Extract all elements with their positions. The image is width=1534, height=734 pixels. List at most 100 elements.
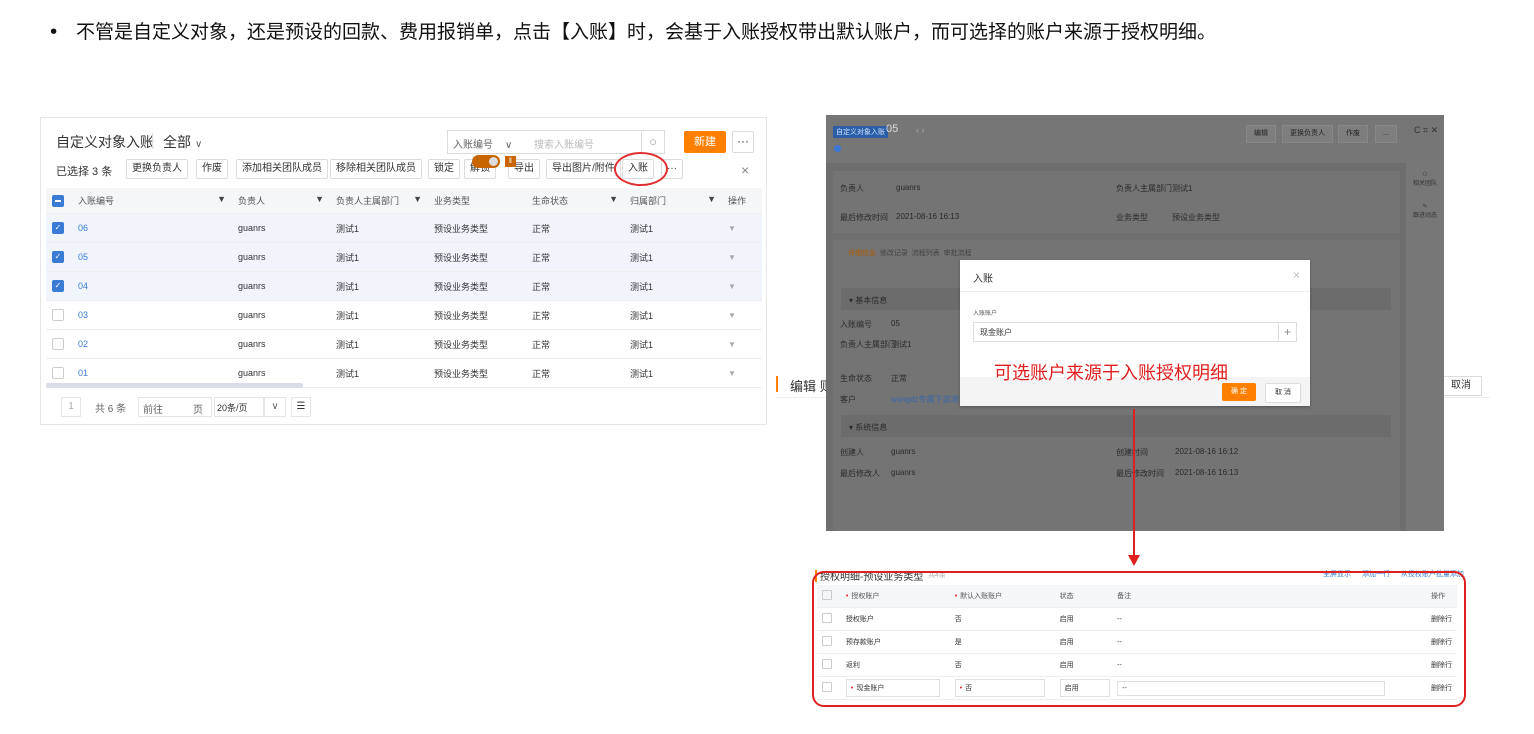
field-label: 创建时间: [1116, 448, 1148, 457]
record-id-link[interactable]: 06: [72, 213, 232, 243]
field-label: 负责人主属部门: [840, 340, 896, 349]
record-id-link[interactable]: 03: [72, 300, 232, 330]
table-row[interactable]: ✓ 05 guanrs 测试1 预设业务类型 正常 测试1 ▼: [46, 242, 762, 272]
team-icon[interactable]: ⚇ 相关团队: [1408, 171, 1442, 187]
new-button[interactable]: 新建: [684, 131, 726, 153]
remove-team-member-button[interactable]: 移除相关团队成员: [330, 159, 422, 179]
column-header[interactable]: 负责人主属部门 ▼: [330, 188, 428, 214]
post-entry-dialog: 入账 × 入账账户 现金账户 + 可选账户来源于入账授权明细 确 定 取 消: [960, 260, 1310, 406]
filter-icon[interactable]: ▼: [217, 194, 226, 204]
belong-cell: 测试1: [624, 358, 722, 388]
search-input[interactable]: 搜索入账编号: [534, 136, 594, 151]
layout-icon[interactable]: ‖: [505, 156, 516, 167]
field-label: 生命状态: [840, 374, 872, 383]
type-cell: 预设业务类型: [428, 300, 526, 330]
close-icon[interactable]: ×: [1293, 268, 1300, 282]
change-owner-button[interactable]: 更换负责人: [126, 159, 188, 179]
chevron-down-icon: ∨: [505, 140, 513, 151]
cancel-button[interactable]: 取消: [1440, 376, 1482, 396]
filter-icon[interactable]: ▼: [315, 194, 324, 204]
field-value: guanrs: [891, 447, 916, 456]
table-row[interactable]: ✓ 04 guanrs 测试1 预设业务类型 正常 测试1 ▼: [46, 271, 762, 301]
page-size-select[interactable]: 20条/页: [214, 397, 264, 417]
column-header[interactable]: 业务类型: [428, 188, 526, 214]
record-id-link[interactable]: 05: [72, 242, 232, 272]
page-number[interactable]: 1: [61, 397, 81, 417]
row-checkbox[interactable]: ✓: [52, 222, 64, 234]
more-button[interactable]: ...: [1375, 125, 1397, 143]
search-field-select[interactable]: 入账编号 ∨: [453, 136, 512, 151]
row-checkbox[interactable]: [52, 309, 64, 321]
table-header-row: 入账编号 ▼ 负责人 ▼ 负责人主属部门 ▼ 业务类型 生命状态 ▼ 归属部门 ▼ 操作: [46, 188, 762, 214]
belong-cell: 测试1: [624, 300, 722, 330]
section-system[interactable]: ▾ 系统信息: [841, 415, 1391, 437]
edit-button[interactable]: 编辑: [1246, 125, 1276, 143]
status-cell: 正常: [526, 271, 624, 301]
row-menu-icon[interactable]: ▼: [728, 282, 736, 291]
type-cell: 预设业务类型: [428, 242, 526, 272]
row-menu-icon[interactable]: ▼: [728, 369, 736, 378]
record-nav[interactable]: ‹ ›: [916, 125, 925, 135]
row-checkbox[interactable]: ✓: [52, 280, 64, 292]
horizontal-scrollbar[interactable]: [46, 383, 303, 388]
tab-process[interactable]: 流程列表: [912, 250, 940, 257]
goto-page-input[interactable]: 前往页: [138, 397, 212, 417]
search-icon[interactable]: ○: [641, 130, 665, 154]
status-cell: 正常: [526, 213, 624, 243]
search-box[interactable]: 入账编号 ∨ 搜索入账编号 ○: [447, 130, 665, 154]
column-header[interactable]: 归属部门 ▼: [624, 188, 722, 214]
column-header[interactable]: 负责人 ▼: [232, 188, 330, 214]
status-cell: 正常: [526, 300, 624, 330]
add-icon[interactable]: +: [1278, 323, 1296, 341]
tab-history[interactable]: 修改记录: [880, 250, 908, 257]
row-checkbox[interactable]: ✓: [52, 251, 64, 263]
export-images-button[interactable]: 导出图片/附件: [546, 159, 621, 179]
view-toggle[interactable]: [472, 155, 500, 168]
row-checkbox[interactable]: [52, 338, 64, 350]
add-team-member-button[interactable]: 添加相关团队成员: [236, 159, 328, 179]
detail-tabs: 详细信息 修改记录 流程列表 审批流程: [848, 248, 972, 258]
total-count: 共 6 条: [95, 404, 127, 415]
select-all-checkbox[interactable]: [52, 194, 64, 207]
filter-icon[interactable]: ▼: [413, 194, 422, 204]
confirm-button[interactable]: 确 定: [1222, 383, 1256, 401]
void-button[interactable]: 作废: [196, 159, 228, 179]
chevron-down-icon[interactable]: ∨: [264, 397, 286, 417]
cancel-button[interactable]: 取 消: [1265, 383, 1301, 403]
type-cell: 预设业务类型: [428, 213, 526, 243]
row-menu-icon[interactable]: ▼: [728, 224, 736, 233]
window-controls[interactable]: C ⌗ ✕: [1414, 125, 1438, 136]
tab-approval[interactable]: 审批流程: [944, 250, 972, 257]
filter-icon[interactable]: ▼: [609, 194, 618, 204]
row-menu-icon[interactable]: ▼: [728, 340, 736, 349]
follow-up-icon[interactable]: ✎ 跟进动态: [1408, 203, 1442, 219]
column-header[interactable]: 生命状态 ▼: [526, 188, 624, 214]
row-checkbox[interactable]: [52, 367, 64, 379]
field-value: 测试1: [891, 340, 912, 349]
account-select[interactable]: 现金账户 +: [973, 322, 1297, 342]
list-view-icon[interactable]: ☰: [291, 397, 311, 417]
row-menu-icon[interactable]: ▼: [728, 311, 736, 320]
column-header[interactable]: 入账编号 ▼: [72, 188, 232, 214]
lock-button[interactable]: 锁定: [428, 159, 460, 179]
field-value: 正常: [891, 374, 907, 383]
table-row[interactable]: ✓ 06 guanrs 测试1 预设业务类型 正常 测试1 ▼: [46, 213, 762, 243]
field-value: 预设业务类型: [1172, 213, 1220, 222]
tab-details[interactable]: 详细信息: [848, 250, 876, 257]
scope-filter[interactable]: 全部 ∨: [163, 132, 202, 152]
more-button[interactable]: ···: [732, 131, 754, 153]
type-cell: 预设业务类型: [428, 358, 526, 388]
chevron-down-icon: ∨: [195, 139, 203, 150]
belong-cell: 测试1: [624, 271, 722, 301]
close-icon[interactable]: ×: [741, 162, 749, 178]
table-row[interactable]: 03 guanrs 测试1 预设业务类型 正常 测试1 ▼: [46, 300, 762, 330]
record-id-link[interactable]: 04: [72, 271, 232, 301]
change-owner-button[interactable]: 更换负责人: [1282, 125, 1333, 143]
record-id-link[interactable]: 02: [72, 329, 232, 359]
field-label: 业务类型: [1116, 213, 1148, 222]
row-menu-icon[interactable]: ▼: [728, 253, 736, 262]
filter-icon[interactable]: ▼: [707, 194, 716, 204]
table-row[interactable]: 02 guanrs 测试1 预设业务类型 正常 测试1 ▼: [46, 329, 762, 359]
void-button[interactable]: 作废: [1338, 125, 1368, 143]
customer-link[interactable]: wangdz专属下游测试: [891, 394, 967, 405]
